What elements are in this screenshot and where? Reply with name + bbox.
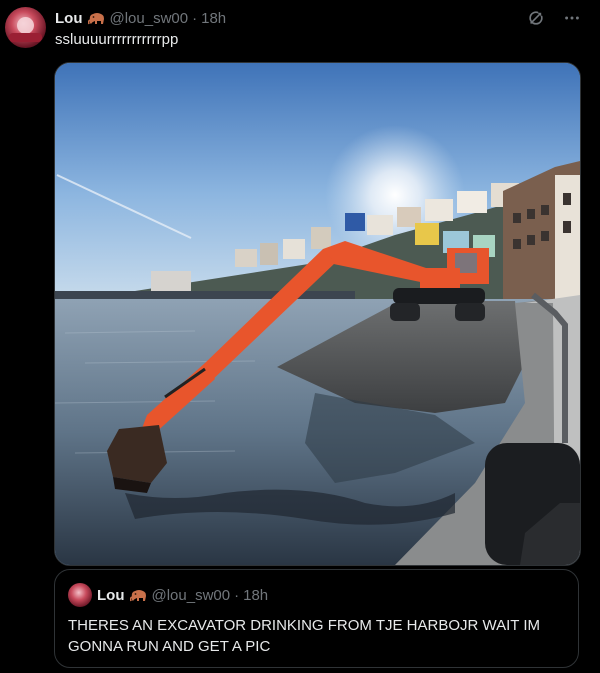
mammoth-emoji-icon	[87, 11, 106, 25]
author-avatar[interactable]	[5, 7, 46, 48]
photo-excavator-in-harbour-icon	[55, 63, 580, 565]
separator-dot: ·	[234, 586, 240, 604]
author-handle[interactable]: @lou_sw00	[110, 10, 189, 27]
avatar-band	[9, 33, 42, 42]
mammoth-emoji-icon	[129, 588, 148, 602]
quoted-post-timestamp: 18h	[243, 586, 269, 604]
post-header-actions	[526, 8, 582, 28]
quoted-post[interactable]: Lou @lou_sw00 · 18h THERES AN EXCAVATOR …	[54, 569, 579, 668]
quoted-author-avatar	[68, 583, 92, 607]
author-display-name[interactable]: Lou	[55, 10, 83, 27]
quoted-author-display-name: Lou	[97, 586, 125, 604]
post-timestamp[interactable]: 18h	[201, 10, 226, 27]
quoted-post-header: Lou @lou_sw00 · 18h	[97, 585, 268, 605]
post-text: ssluuuurrrrrrrrrrrpp	[55, 31, 179, 48]
post: Lou @lou_sw00 · 18h ssluuuurrrrrrrrrrrpp…	[0, 0, 600, 673]
quoted-post-text: THERES AN EXCAVATOR DRINKING FROM TJE HA…	[68, 617, 540, 655]
post-photo[interactable]	[54, 62, 581, 566]
quoted-author-handle: @lou_sw00	[151, 586, 231, 604]
separator-dot: ·	[192, 9, 198, 27]
more-icon[interactable]	[562, 8, 582, 28]
post-header: Lou @lou_sw00 · 18h	[55, 8, 226, 28]
grok-icon[interactable]	[526, 8, 546, 28]
avatar-face	[17, 17, 34, 34]
